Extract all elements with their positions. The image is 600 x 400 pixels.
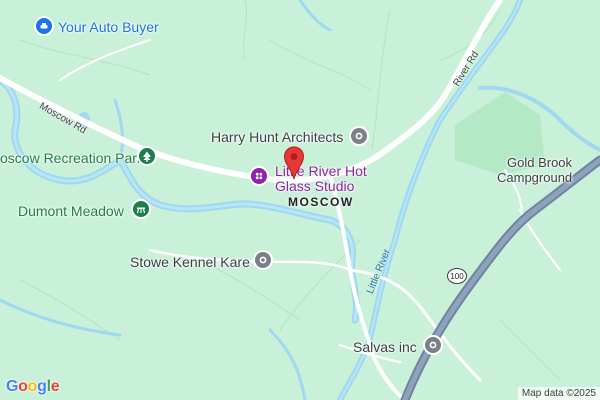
- hot-glass-studio-label-line2[interactable]: Glass Studio: [275, 178, 354, 194]
- shopping-icon[interactable]: [249, 166, 269, 186]
- stowe-kennel-kare-label[interactable]: Stowe Kennel Kare: [130, 254, 250, 270]
- location-marker-icon[interactable]: [283, 146, 305, 180]
- salvas-inc-label[interactable]: Salvas inc: [353, 339, 417, 355]
- town-label: MOSCOW: [288, 195, 354, 209]
- gold-brook-label-line2[interactable]: Campground: [497, 170, 572, 186]
- route-shield-icon: 100: [447, 268, 467, 284]
- highway-route-100: [400, 155, 600, 400]
- business-icon[interactable]: [349, 126, 369, 146]
- dumont-meadow-label[interactable]: Dumont Meadow: [18, 203, 124, 219]
- map-attribution[interactable]: Map data ©2025: [517, 387, 600, 400]
- park-tree-icon[interactable]: [137, 146, 157, 166]
- moscow-recreation-park-label[interactable]: oscow Recreation Park: [0, 150, 144, 166]
- svg-text:100: 100: [450, 272, 464, 281]
- picnic-area-icon[interactable]: [131, 199, 151, 219]
- gold-brook-label-line1[interactable]: Gold Brook: [507, 155, 572, 171]
- business-icon[interactable]: [253, 250, 273, 270]
- your-auto-buyer-label[interactable]: Your Auto Buyer: [58, 19, 159, 35]
- google-logo: Google: [6, 378, 60, 395]
- harry-hunt-architects-label[interactable]: Harry Hunt Architects: [211, 129, 343, 145]
- map-view[interactable]: Moscow Rd River Rd Little River 100 Your…: [0, 0, 600, 400]
- business-icon[interactable]: [423, 335, 443, 355]
- car-dealer-icon[interactable]: [34, 16, 54, 36]
